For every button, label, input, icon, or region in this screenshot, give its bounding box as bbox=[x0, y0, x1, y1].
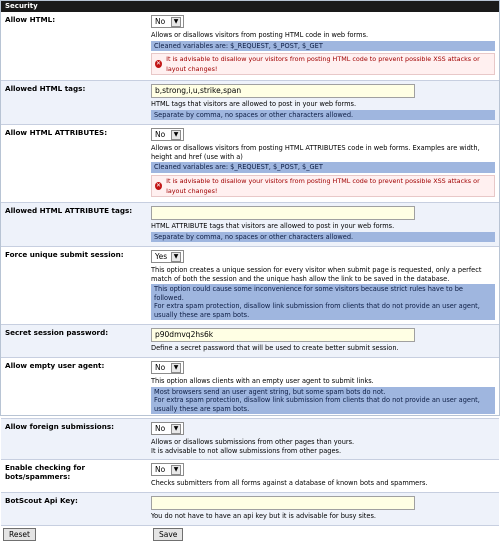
botscout-input[interactable] bbox=[151, 495, 415, 510]
unique-submit-desc: This option creates a unique session for… bbox=[151, 266, 482, 283]
row-allow-attrs: Allow HTML ATTRIBUTES: No ▼ Allows or di… bbox=[1, 125, 499, 203]
save-button[interactable]: Save bbox=[153, 527, 184, 541]
allowed-attr-tags-label: Allowed HTML ATTRIBUTE tags: bbox=[5, 205, 133, 215]
secret-password-label: Secret session password: bbox=[5, 328, 109, 338]
foreign-submissions-value: No bbox=[155, 424, 166, 434]
empty-agent-label: Allow empty user agent: bbox=[5, 361, 105, 370]
allow-attrs-warning: ✕ It is advisable to disallow your visit… bbox=[151, 174, 495, 197]
chevron-down-icon[interactable]: ▼ bbox=[171, 362, 181, 373]
botscout-label: BotScout Api Key: bbox=[5, 495, 78, 505]
chevron-down-icon[interactable]: ▼ bbox=[171, 16, 181, 27]
allow-html-warning: ✕ It is advisable to disallow your visit… bbox=[151, 53, 495, 76]
foreign-submissions-desc: Allows or disallows submissions from oth… bbox=[151, 438, 355, 455]
allow-attrs-label: Allow HTML ATTRIBUTES: bbox=[5, 128, 108, 138]
bot-check-desc: Checks submitters from all forms against… bbox=[151, 479, 428, 488]
botscout-desc: You do not have to have an api key but i… bbox=[151, 511, 376, 520]
row-empty-agent: Allow empty user agent: No ▼ This option… bbox=[1, 358, 499, 420]
section-title: Security bbox=[1, 1, 499, 12]
secret-password-input[interactable]: p90dmvq2hs6k bbox=[151, 328, 415, 343]
allow-html-desc: Allows or disallows visitors from postin… bbox=[151, 31, 369, 39]
row-allowed-tags: Allowed HTML tags: b,strong,i,u,strike,s… bbox=[1, 81, 499, 126]
allow-attrs-desc: Allows or disallows visitors from postin… bbox=[151, 144, 480, 161]
allow-attrs-value: No bbox=[155, 130, 166, 140]
reset-button[interactable]: Reset bbox=[3, 527, 36, 541]
chevron-down-icon[interactable]: ▼ bbox=[171, 464, 181, 475]
empty-agent-select[interactable]: No ▼ bbox=[151, 361, 184, 374]
allowed-tags-input[interactable]: b,strong,i,u,strike,span bbox=[151, 84, 415, 99]
secret-password-desc: Define a secret password that will be us… bbox=[151, 344, 399, 353]
allow-html-value: No bbox=[155, 17, 166, 26]
allow-attrs-info: Cleaned variables are: $_REQUEST, $_POST… bbox=[151, 162, 495, 173]
row-bot-check: Enable checking for bots/spammers: No ▼ … bbox=[1, 460, 499, 493]
allowed-tags-label: Allowed HTML tags: bbox=[5, 84, 86, 94]
unique-submit-value: Yes bbox=[155, 252, 168, 262]
row-allowed-attr-tags: Allowed HTML ATTRIBUTE tags: HTML ATTRIB… bbox=[1, 202, 499, 248]
row-secret-password: Secret session password: p90dmvq2hs6k De… bbox=[1, 325, 499, 358]
empty-agent-info: Most browsers send an user agent string,… bbox=[151, 386, 495, 415]
form-footer: Reset Save bbox=[1, 526, 499, 543]
chevron-down-icon[interactable]: ▼ bbox=[171, 251, 181, 262]
unique-submit-select[interactable]: Yes ▼ bbox=[151, 250, 184, 264]
allow-html-info: Cleaned variables are: $_REQUEST, $_POST… bbox=[151, 40, 495, 52]
allow-html-select[interactable]: No ▼ bbox=[151, 15, 184, 28]
row-foreign-submissions: Allow foreign submissions: No ▼ Allows o… bbox=[1, 419, 499, 461]
allow-html-warning-text: It is advisable to disallow your visitor… bbox=[166, 55, 480, 74]
empty-agent-desc: This option allows clients with an empty… bbox=[151, 377, 374, 385]
allow-attrs-warning-text: It is advisable to disallow your visitor… bbox=[166, 176, 480, 195]
row-botscout: BotScout Api Key: You do not have to hav… bbox=[1, 492, 499, 526]
foreign-submissions-label: Allow foreign submissions: bbox=[5, 422, 115, 432]
foreign-submissions-select[interactable]: No ▼ bbox=[151, 422, 184, 436]
allow-attrs-select[interactable]: No ▼ bbox=[151, 128, 184, 142]
unique-submit-label: Force unique submit session: bbox=[5, 250, 124, 260]
allowed-attr-tags-info: Separate by comma, no spaces or other ch… bbox=[151, 231, 495, 243]
allowed-tags-info: Separate by comma, no spaces or other ch… bbox=[151, 109, 495, 121]
security-settings-panel: Security Allow HTML: No ▼ Allows or disa… bbox=[0, 0, 500, 541]
row-unique-submit: Force unique submit session: Yes ▼ This … bbox=[1, 247, 499, 326]
allowed-attr-tags-input[interactable] bbox=[151, 205, 415, 220]
empty-agent-value: No bbox=[155, 363, 166, 372]
bot-check-value: No bbox=[155, 465, 166, 475]
chevron-down-icon[interactable]: ▼ bbox=[171, 423, 181, 434]
bot-check-select[interactable]: No ▼ bbox=[151, 463, 184, 477]
bot-check-label: Enable checking for bots/spammers: bbox=[5, 463, 85, 482]
error-icon: ✕ bbox=[155, 60, 163, 69]
error-icon: ✕ bbox=[155, 181, 163, 190]
unique-submit-info: This option could cause some inconvenien… bbox=[151, 284, 495, 321]
row-allow-html: Allow HTML: No ▼ Allows or disallows vis… bbox=[1, 12, 499, 82]
allow-html-label: Allow HTML: bbox=[5, 15, 56, 24]
chevron-down-icon[interactable]: ▼ bbox=[171, 129, 181, 140]
allowed-tags-desc: HTML tags that visitors are allowed to p… bbox=[151, 100, 357, 109]
allowed-attr-tags-desc: HTML ATTRIBUTE tags that visitors are al… bbox=[151, 221, 395, 230]
